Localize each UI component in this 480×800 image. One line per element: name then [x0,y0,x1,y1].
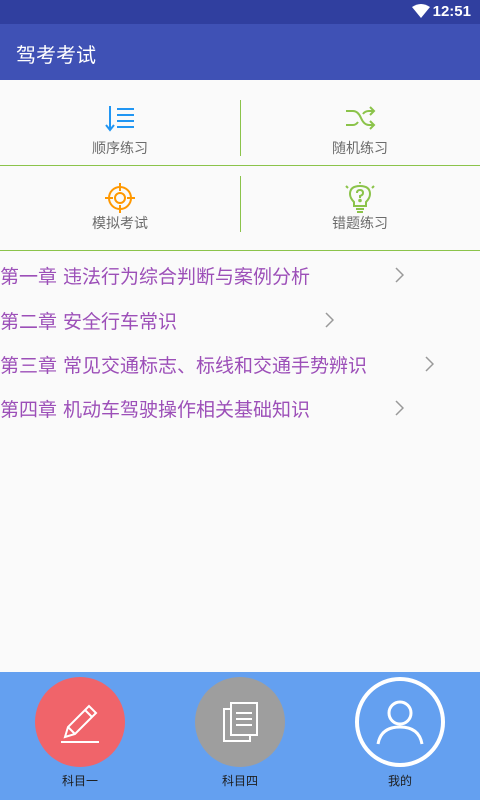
chapter-item[interactable]: 第三章 常见交通标志、标线和交通手势辨识 [0,343,440,383]
nav-subject-four-label: 科目四 [221,774,258,788]
user-icon [376,700,424,745]
mock-exam-button[interactable] [0,166,240,250]
status-bar: 12:51 [0,0,480,24]
nav-subject-four-circle[interactable] [195,677,285,767]
chapter-label: 第一章 违法行为综合判断与案例分析 [0,266,311,288]
nav-profile-label: 我的 [387,774,412,788]
practice-grid: 顺序练习 随机练习 模拟考试 错题练习 [0,80,480,252]
documents-icon [223,702,258,742]
chapter-label: 第二章 安全行车常识 [0,311,178,333]
nav-subject-one[interactable]: 科目一 [0,672,160,800]
sequence-list-icon [105,106,134,132]
pencil-icon [61,704,99,743]
sequence-practice-button[interactable]: 顺序练习 [0,80,240,164]
chevron-right-icon [395,267,404,283]
sequence-practice-label: 顺序练习 [92,141,148,157]
shuffle-icon [346,106,376,130]
nav-subject-one-label: 科目一 [61,774,98,788]
nav-subject-one-circle[interactable] [35,677,125,767]
chapter-label: 第四章 机动车驾驶操作相关基础知识 [0,399,311,421]
chapter-item[interactable]: 第一章 违法行为综合判断与案例分析 [0,254,410,294]
lightbulb-question-icon [345,182,375,213]
random-practice-button[interactable]: 随机练习 [240,80,480,164]
target-icon [105,183,135,213]
chapter-item[interactable]: 第二章 安全行车常识 [0,299,340,339]
mock-exam-label: 模拟考试 [92,216,148,232]
mistake-practice-label: 错题练习 [332,216,388,232]
nav-subject-four[interactable]: 科目四 [160,672,320,800]
grid-divider-vertical-top [240,100,241,156]
chevron-right-icon [395,400,404,416]
grid-divider-bottom [0,250,480,251]
status-time: 12:51 [432,3,471,20]
mistake-practice-button[interactable] [240,166,480,250]
bottom-nav: 科目一 科目四 我的 [0,672,480,800]
app-bar: 驾考考试 [0,24,480,80]
chapter-item[interactable]: 第四章 机动车驾驶操作相关基础知识 [0,387,410,427]
nav-profile-circle[interactable] [355,677,445,767]
chevron-right-icon [425,356,434,372]
grid-divider-vertical-bottom [240,176,241,232]
random-practice-label: 随机练习 [332,141,388,157]
chapter-label: 第三章 常见交通标志、标线和交通手势辨识 [0,355,368,377]
chevron-right-icon [325,312,334,328]
nav-profile[interactable]: 我的 [320,672,480,800]
wifi-icon [412,4,430,18]
page-title: 驾考考试 [16,43,96,67]
